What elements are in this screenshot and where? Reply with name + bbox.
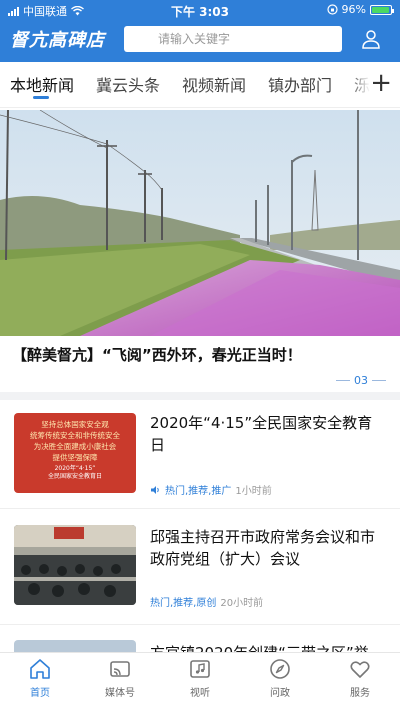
compass-icon: [270, 659, 290, 679]
banner-caption[interactable]: 【醉美督亢】“飞阅”西外环，春光正当时！ 03: [0, 336, 400, 392]
news-meta: 热门,推荐,推广 1小时前: [150, 482, 272, 497]
rotation-lock-icon: [326, 4, 338, 15]
news-time: 1小时前: [235, 486, 272, 497]
news-item[interactable]: 方官镇2020年创建“三带之区”举: [0, 626, 400, 652]
app-logo: 督亢高碑店: [10, 30, 105, 51]
add-channel-button[interactable]: +: [370, 68, 392, 98]
banner-page-number: 03: [354, 374, 368, 387]
battery-percent: 96%: [341, 3, 366, 16]
battery-icon: [370, 4, 394, 15]
tab-video-news[interactable]: 视频新闻: [182, 72, 246, 96]
channel-tabs: 本地新闻 冀云头条 视频新闻 镇办部门 泺 +: [0, 62, 400, 108]
news-meta: 热门,推荐,原创 20小时前: [150, 594, 263, 609]
user-icon[interactable]: [360, 28, 382, 50]
nav-home[interactable]: 首页: [0, 657, 80, 699]
search-input[interactable]: 请输入关键字: [124, 26, 342, 52]
news-thumbnail: [14, 525, 136, 605]
top-bar: 中国联通 下午 3:03 96% 督亢高碑店 请输入关键字: [0, 0, 400, 62]
heart-icon: [350, 661, 370, 678]
tab-jiyun-headlines[interactable]: 冀云头条: [96, 72, 160, 96]
banner-title: 【醉美督亢】“飞阅”西外环，春光正当时！: [12, 346, 302, 364]
nav-politics[interactable]: 问政: [240, 657, 320, 699]
home-icon: [30, 659, 50, 679]
nav-media[interactable]: 媒体号: [80, 657, 160, 699]
bottom-nav: 首页 媒体号 视听 问政 服务: [0, 652, 400, 711]
active-tab-indicator: [33, 96, 49, 99]
news-item[interactable]: 邱强主持召开市政府常务会议和市政府党组（扩大）会议 热门,推荐,原创 20小时前: [0, 510, 400, 624]
music-icon: [190, 660, 210, 678]
search-placeholder: 请输入关键字: [158, 32, 231, 46]
tab-town-departments[interactable]: 镇办部门: [268, 72, 332, 96]
nav-service[interactable]: 服务: [320, 657, 400, 699]
banner-image[interactable]: [0, 110, 400, 336]
section-separator: [0, 392, 400, 400]
status-bar: 中国联通 下午 3:03 96%: [0, 0, 400, 20]
news-thumbnail: 坚持总体国家安全观 统筹传统安全和非传统安全 为决胜全面建成小康社会 提供坚强保…: [14, 413, 136, 493]
news-thumbnail: [14, 640, 136, 652]
tab-local-news[interactable]: 本地新闻: [10, 72, 74, 96]
cast-icon: [110, 661, 130, 677]
news-title: 邱强主持召开市政府常务会议和市政府党组（扩大）会议: [150, 528, 376, 568]
news-tags: 热门,推荐,原创: [150, 598, 217, 609]
banner-pager: 03: [336, 374, 386, 387]
audio-icon[interactable]: [150, 485, 161, 495]
news-tags: 热门,推荐,推广: [165, 486, 232, 497]
news-item[interactable]: 坚持总体国家安全观 统筹传统安全和非传统安全 为决胜全面建成小康社会 提供坚强保…: [0, 400, 400, 514]
news-title: 方官镇2020年创建“三带之区”举: [150, 642, 386, 652]
news-time: 20小时前: [220, 598, 264, 609]
news-title: 2020年“4·15”全民国家安全教育日: [150, 414, 373, 454]
nav-audiovisual[interactable]: 视听: [160, 657, 240, 699]
